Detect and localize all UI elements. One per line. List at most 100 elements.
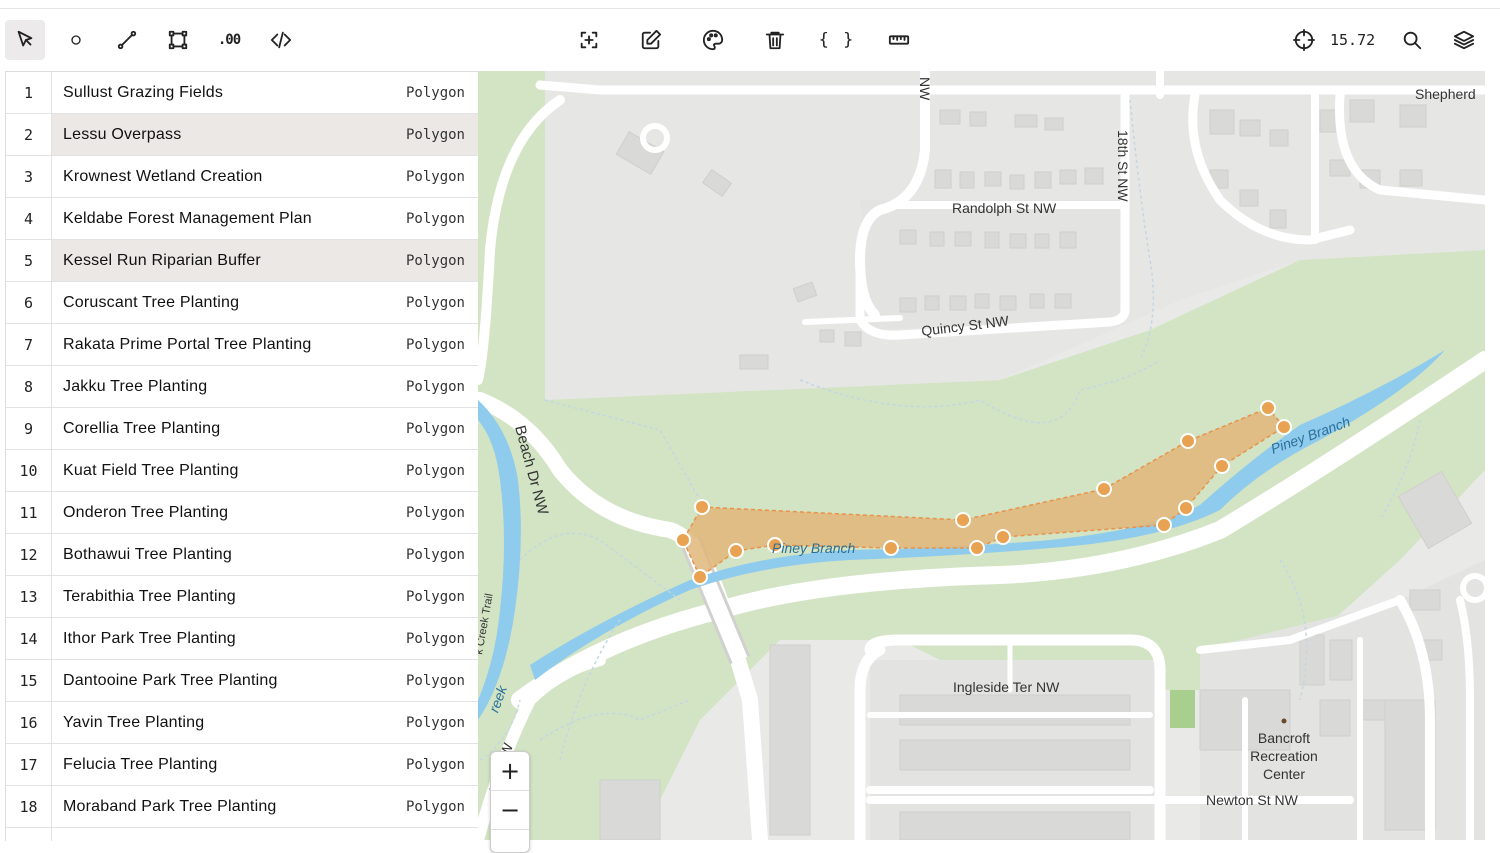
row-number: 13 (6, 576, 52, 617)
list-item[interactable]: 19 (6, 828, 479, 841)
feature-type: Polygon (405, 714, 465, 731)
top-divider (0, 8, 1500, 9)
map-label: Piney Branch (772, 540, 855, 556)
park-area (1170, 690, 1195, 728)
zoom-out-button[interactable]: − (491, 791, 529, 830)
list-item[interactable]: 8 Jakku Tree Planting Polygon (6, 366, 479, 408)
locate-button[interactable] (1284, 20, 1324, 60)
list-item[interactable]: 1 Sullust Grazing Fields Polygon (6, 72, 479, 114)
braces-icon: { } (818, 30, 856, 50)
code-tool-button[interactable] (261, 20, 301, 60)
measure-button[interactable] (879, 20, 919, 60)
row-number: 5 (6, 240, 52, 281)
add-feature-icon (580, 31, 598, 49)
map-label: Bancroft (1258, 730, 1310, 746)
vertex-handle (694, 499, 710, 515)
feature-type: Polygon (405, 210, 465, 227)
feature-name: Krownest Wetland Creation (63, 167, 263, 185)
list-item[interactable]: 15 Dantooine Park Tree Planting Polygon (6, 660, 479, 702)
feature-name: Dantooine Park Tree Planting (63, 671, 278, 689)
layers-button[interactable] (1444, 20, 1484, 60)
row-number: 14 (6, 618, 52, 659)
list-item[interactable]: 17 Felucia Tree Planting Polygon (6, 744, 479, 786)
list-item[interactable]: 13 Terabithia Tree Planting Polygon (6, 576, 479, 618)
feature-type: Polygon (373, 240, 479, 281)
feature-name: Kessel Run Riparian Buffer (52, 240, 373, 281)
map-label: Ingleside Ter NW (953, 679, 1060, 695)
row-number: 2 (6, 114, 52, 155)
feature-name: Lessu Overpass (52, 114, 373, 155)
list-item[interactable]: 4 Keldabe Forest Management Plan Polygon (6, 198, 479, 240)
feature-name: Yavin Tree Planting (63, 713, 205, 731)
polygon-icon (168, 30, 188, 50)
feature-name: Sullust Grazing Fields (63, 83, 224, 101)
row-number: 6 (6, 282, 52, 323)
feature-name: Corellia Tree Planting (63, 419, 221, 437)
feature-type: Polygon (373, 114, 479, 155)
feature-name: Coruscant Tree Planting (63, 293, 240, 311)
vertex-handle (692, 569, 708, 585)
feature-type: Polygon (405, 672, 465, 689)
vertex-handle (1156, 517, 1172, 533)
feature-name: Terabithia Tree Planting (63, 587, 236, 605)
row-number: 9 (6, 408, 52, 449)
feature-type: Polygon (405, 756, 465, 773)
feature-name (52, 828, 373, 841)
map-label: NW (917, 77, 933, 101)
list-item[interactable]: 7 Rakata Prime Portal Tree Planting Polygo… (6, 324, 479, 366)
map-canvas[interactable]: Shepherd NW 18th St NW Randolph St NW Qu… (478, 71, 1485, 840)
trash-icon (765, 31, 785, 50)
row-number: 18 (6, 786, 52, 827)
feature-type: Polygon (405, 378, 465, 395)
list-item[interactable]: 6 Coruscant Tree Planting Polygon (6, 282, 479, 324)
vertex-handle (675, 532, 691, 548)
feature-type: Polygon (405, 84, 465, 101)
feature-type: Polygon (405, 546, 465, 563)
feature-type: Polygon (405, 798, 465, 815)
list-item[interactable]: 9 Corellia Tree Planting Polygon (6, 408, 479, 450)
decimal-tool-button[interactable]: .00 (209, 20, 249, 60)
select-tool-button[interactable] (5, 20, 45, 60)
toolbar: .00 { } 15.72 (0, 12, 1500, 68)
map-label: Shepherd (1415, 86, 1476, 102)
row-number: 16 (6, 702, 52, 743)
list-item[interactable]: 10 Kuat Field Tree Planting Polygon (6, 450, 479, 492)
list-item[interactable]: 14 Ithor Park Tree Planting Polygon (6, 618, 479, 660)
row-number: 3 (6, 156, 52, 197)
feature-type: Polygon (405, 420, 465, 437)
feature-name: Bothawui Tree Planting (63, 545, 232, 563)
edit-button[interactable] (631, 20, 671, 60)
feature-type: Polygon (405, 294, 465, 311)
json-button[interactable]: { } (817, 20, 857, 60)
edit-icon (641, 29, 662, 50)
feature-name: Keldabe Forest Management Plan (63, 209, 312, 227)
poi-marker (1281, 718, 1287, 724)
delete-button[interactable] (755, 20, 795, 60)
map-label: Newton St NW (1206, 792, 1299, 808)
feature-type (373, 828, 479, 841)
list-item[interactable]: 11 Onderon Tree Planting Polygon (6, 492, 479, 534)
map-label: 18th St NW (1115, 130, 1131, 202)
list-item[interactable]: 16 Yavin Tree Planting Polygon (6, 702, 479, 744)
polygon-tool-button[interactable] (158, 20, 198, 60)
line-tool-button[interactable] (107, 20, 147, 60)
list-item[interactable]: 5 Kessel Run Riparian Buffer Polygon (6, 240, 479, 282)
zoom-in-button[interactable]: + (491, 752, 529, 791)
feature-type: Polygon (405, 462, 465, 479)
decimal-icon: .00 (217, 32, 241, 48)
point-tool-button[interactable] (56, 20, 96, 60)
row-number: 1 (6, 72, 52, 113)
code-icon (270, 31, 292, 49)
vertex-handle (1178, 500, 1194, 516)
style-button[interactable] (693, 20, 733, 60)
add-feature-button[interactable] (569, 20, 609, 60)
vertex-handle (1276, 419, 1292, 435)
feature-name: Kuat Field Tree Planting (63, 461, 239, 479)
list-item[interactable]: 3 Krownest Wetland Creation Polygon (6, 156, 479, 198)
list-item[interactable]: 2 Lessu Overpass Polygon (6, 114, 479, 156)
row-number: 15 (6, 660, 52, 701)
list-item[interactable]: 12 Bothawui Tree Planting Polygon (6, 534, 479, 576)
search-button[interactable] (1392, 20, 1432, 60)
list-item[interactable]: 18 Moraband Park Tree Planting Polygon (6, 786, 479, 828)
vertex-handle (728, 543, 744, 559)
